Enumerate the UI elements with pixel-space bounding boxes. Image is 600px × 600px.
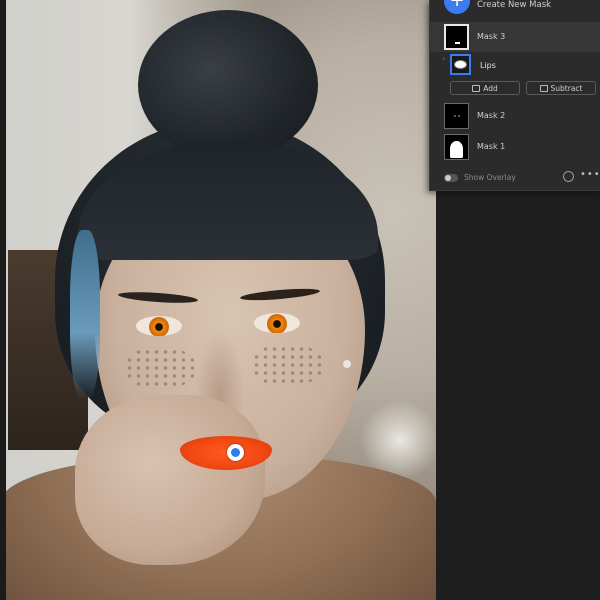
eye-right (254, 313, 300, 333)
subtract-mask-icon (539, 84, 548, 92)
create-new-mask-row[interactable]: + Create New Mask (430, 0, 600, 18)
masks-panel: + Create New Mask Mask 3 ₜ Lips Add Subt… (429, 0, 600, 191)
mask-label: Mask 2 (477, 111, 506, 120)
photo-canvas[interactable] (0, 0, 436, 600)
add-label: Add (483, 83, 498, 93)
mask-label: Mask 3 (477, 32, 506, 41)
show-overlay-label: Show Overlay (464, 173, 516, 182)
add-button[interactable]: Add (450, 81, 520, 95)
mask-item-mask-3[interactable]: Mask 3 (430, 22, 600, 52)
canvas-edge (0, 0, 6, 600)
freckles-right (252, 345, 322, 385)
hand (75, 395, 265, 565)
freckles-left (125, 348, 195, 388)
mask-label: Mask 1 (477, 142, 506, 151)
mask-item-mask-2[interactable]: Mask 2 (430, 101, 600, 131)
show-overlay-toggle[interactable] (444, 174, 458, 182)
mask-thumbnail[interactable] (444, 134, 469, 160)
lips-component-icon[interactable] (450, 54, 471, 75)
mask-item-mask-1[interactable]: Mask 1 (430, 132, 600, 162)
mask-thumbnail[interactable] (444, 24, 469, 50)
eye-left (136, 316, 182, 336)
plus-icon[interactable]: + (444, 0, 470, 14)
overlay-color-icon[interactable] (563, 171, 574, 182)
earring (343, 360, 351, 368)
add-mask-icon (472, 84, 481, 92)
hair-bun (138, 10, 318, 160)
mask-component-lips[interactable]: Lips (430, 52, 600, 78)
show-overlay-row: Show Overlay ••• (430, 169, 600, 186)
create-new-mask-label[interactable]: Create New Mask (477, 0, 551, 10)
component-label: Lips (480, 61, 496, 70)
mask-pin-icon[interactable] (227, 444, 244, 461)
blue-hair-streak (70, 230, 100, 400)
more-options-icon[interactable]: ••• (580, 169, 600, 180)
mask-thumbnail[interactable] (444, 103, 469, 129)
subtract-button[interactable]: Subtract (526, 81, 596, 95)
subtract-label: Subtract (550, 83, 583, 93)
